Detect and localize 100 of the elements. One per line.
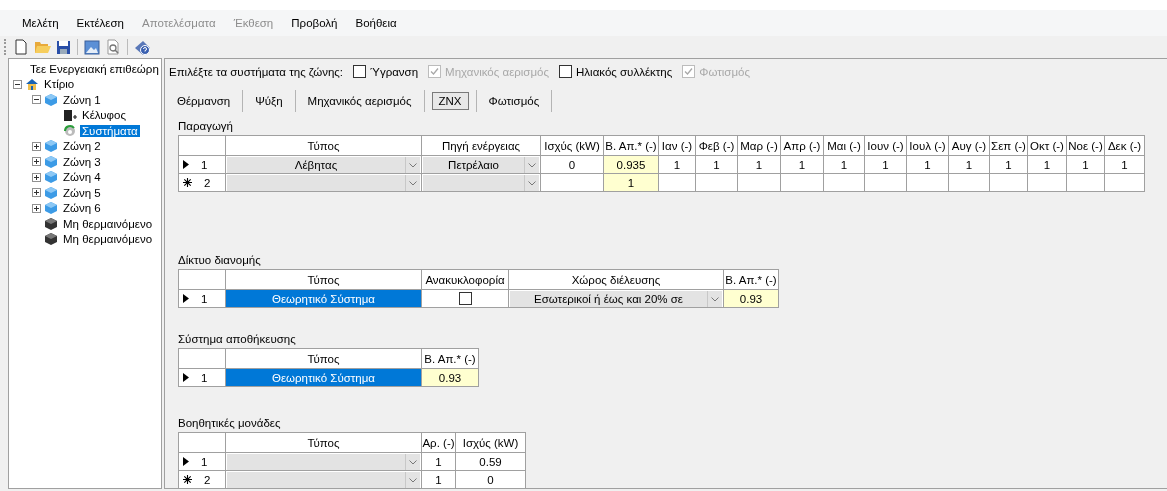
table-cell[interactable]: 1 bbox=[421, 452, 456, 471]
column-header[interactable]: Μαι (-) bbox=[823, 135, 865, 156]
table-cell[interactable]: 1 bbox=[823, 155, 865, 174]
column-header[interactable]: Ιουλ (-) bbox=[906, 135, 949, 156]
save-icon[interactable] bbox=[54, 38, 72, 56]
tree-item[interactable]: Μη θερμαινόμενο bbox=[61, 233, 155, 246]
table-cell[interactable] bbox=[948, 173, 990, 192]
table-cell[interactable] bbox=[1027, 173, 1067, 192]
tree-item[interactable]: Κέλυφος bbox=[80, 109, 128, 122]
column-header[interactable]: Β. Απ.* (-) bbox=[603, 135, 659, 156]
table-cell[interactable]: 1 bbox=[1066, 155, 1105, 174]
table-cell[interactable] bbox=[1066, 173, 1105, 192]
tab[interactable]: Μηχανικός αερισμός bbox=[299, 91, 420, 111]
column-header[interactable]: Μαρ (-) bbox=[737, 135, 781, 156]
menu-item[interactable]: Προβολή bbox=[283, 14, 346, 32]
help-icon[interactable] bbox=[133, 38, 151, 56]
collapse-icon[interactable] bbox=[32, 95, 41, 105]
column-header[interactable]: Ανακυκλοφορία bbox=[421, 269, 509, 290]
column-header[interactable]: Δεκ (-) bbox=[1104, 135, 1145, 156]
column-header[interactable]: Χώρος διέλευσης bbox=[508, 269, 724, 290]
caret-icon[interactable] bbox=[405, 471, 420, 488]
column-header[interactable]: Τύπος bbox=[225, 432, 422, 453]
table-cell[interactable] bbox=[737, 173, 781, 192]
column-header[interactable]: Αρ. (-) bbox=[421, 432, 456, 453]
caret-icon[interactable] bbox=[405, 453, 420, 470]
table-cell[interactable]: 1 bbox=[864, 155, 907, 174]
table-cell[interactable]: 1 bbox=[906, 155, 949, 174]
tree-item[interactable]: Ζώνη 3 bbox=[61, 155, 103, 168]
column-header[interactable]: Τύπος bbox=[225, 135, 422, 156]
expand-icon[interactable] bbox=[32, 172, 41, 182]
collapse-icon[interactable] bbox=[13, 79, 22, 89]
checkbox[interactable] bbox=[353, 65, 367, 78]
table-cell[interactable] bbox=[695, 173, 738, 192]
table-cell[interactable]: 1 bbox=[737, 155, 781, 174]
column-header[interactable]: Πηγή ενέργειας bbox=[421, 135, 541, 156]
table-cell[interactable] bbox=[823, 173, 865, 192]
column-header[interactable]: Φεβ (-) bbox=[695, 135, 738, 156]
section-title: Δίκτυο διανομής bbox=[178, 254, 262, 268]
tree-item[interactable]: Ζώνη 6 bbox=[61, 202, 103, 215]
caret-icon[interactable] bbox=[405, 174, 420, 191]
checkbox[interactable] bbox=[559, 65, 572, 78]
table-cell[interactable] bbox=[658, 173, 696, 192]
table-cell[interactable]: 1 bbox=[989, 155, 1028, 174]
expand-icon[interactable] bbox=[32, 157, 41, 167]
column-header[interactable]: Απρ (-) bbox=[780, 135, 824, 156]
column-header[interactable]: Τύπος bbox=[225, 348, 422, 369]
column-header[interactable]: Ιαν (-) bbox=[658, 135, 696, 156]
menu-item[interactable]: Βοήθεια bbox=[347, 14, 405, 32]
table-cell[interactable]: 0 bbox=[540, 155, 604, 174]
column-header[interactable]: Σεπ (-) bbox=[989, 135, 1028, 156]
table-cell[interactable] bbox=[1104, 173, 1145, 192]
dropdown[interactable]: Εσωτερικοί ή έως και 20% σε bbox=[510, 290, 722, 307]
table-cell[interactable] bbox=[540, 173, 604, 192]
menu-item[interactable]: Εκτέλεση bbox=[68, 14, 132, 32]
column-header[interactable]: Β. Απ.* (-) bbox=[421, 348, 479, 369]
tree-item[interactable]: Συστήματα bbox=[80, 124, 140, 137]
new-document-icon[interactable] bbox=[12, 38, 30, 56]
tree-item[interactable]: Τεε Ενεργειακή επιθεώρη bbox=[28, 62, 161, 75]
print-preview-icon[interactable] bbox=[104, 38, 122, 56]
column-header[interactable]: Ισχύς (kW) bbox=[540, 135, 604, 156]
expand-icon[interactable] bbox=[32, 141, 41, 151]
table-cell[interactable] bbox=[864, 173, 907, 192]
table-cell[interactable]: 1 bbox=[695, 155, 738, 174]
column-header[interactable]: Αυγ (-) bbox=[948, 135, 990, 156]
caret-icon[interactable] bbox=[524, 174, 539, 191]
column-header[interactable]: Ισχύς (kW) bbox=[455, 432, 526, 453]
tab[interactable]: Ψύξη bbox=[247, 91, 291, 111]
column-header[interactable]: Τύπος bbox=[225, 269, 422, 290]
image-icon[interactable] bbox=[83, 38, 101, 56]
tree-item[interactable]: Μη θερμαινόμενο bbox=[61, 217, 155, 230]
tree-item[interactable]: Κτίριο bbox=[42, 78, 77, 91]
column-header[interactable]: Β. Απ.* (-) bbox=[723, 269, 779, 290]
column-header[interactable]: Οκτ (-) bbox=[1027, 135, 1067, 156]
expand-icon[interactable] bbox=[32, 203, 41, 213]
table-cell[interactable]: 1 bbox=[658, 155, 696, 174]
tree-item[interactable]: Ζώνη 2 bbox=[61, 140, 103, 153]
table-cell[interactable] bbox=[989, 173, 1028, 192]
table-cell[interactable]: 1 bbox=[948, 155, 990, 174]
dropdown[interactable]: Πετρέλαιο bbox=[423, 156, 539, 173]
checkbox[interactable] bbox=[458, 292, 472, 305]
table-cell[interactable]: 1 bbox=[1104, 155, 1145, 174]
tab[interactable]: Φωτισμός bbox=[480, 91, 548, 111]
caret-icon[interactable] bbox=[405, 156, 420, 173]
tree-item[interactable]: Ζώνη 4 bbox=[61, 171, 103, 184]
expand-icon[interactable] bbox=[32, 188, 41, 198]
tab[interactable]: Θέρμανση bbox=[169, 91, 239, 111]
table-cell[interactable] bbox=[906, 173, 949, 192]
tree-item[interactable]: Ζώνη 1 bbox=[61, 93, 103, 106]
dropdown[interactable]: Λέβητας bbox=[227, 156, 420, 173]
tab[interactable]: ZNX bbox=[431, 92, 469, 110]
caret-icon[interactable] bbox=[707, 290, 722, 307]
column-header[interactable]: Ιουν (-) bbox=[864, 135, 907, 156]
column-header[interactable]: Νοε (-) bbox=[1066, 135, 1105, 156]
caret-icon[interactable] bbox=[524, 156, 539, 173]
table-cell[interactable] bbox=[780, 173, 824, 192]
tree-item[interactable]: Ζώνη 5 bbox=[61, 186, 103, 199]
table-cell[interactable]: 1 bbox=[1027, 155, 1067, 174]
menu-item[interactable]: Μελέτη bbox=[14, 14, 67, 32]
table-cell[interactable]: 1 bbox=[780, 155, 824, 174]
table-cell[interactable]: 0.59 bbox=[455, 452, 526, 471]
